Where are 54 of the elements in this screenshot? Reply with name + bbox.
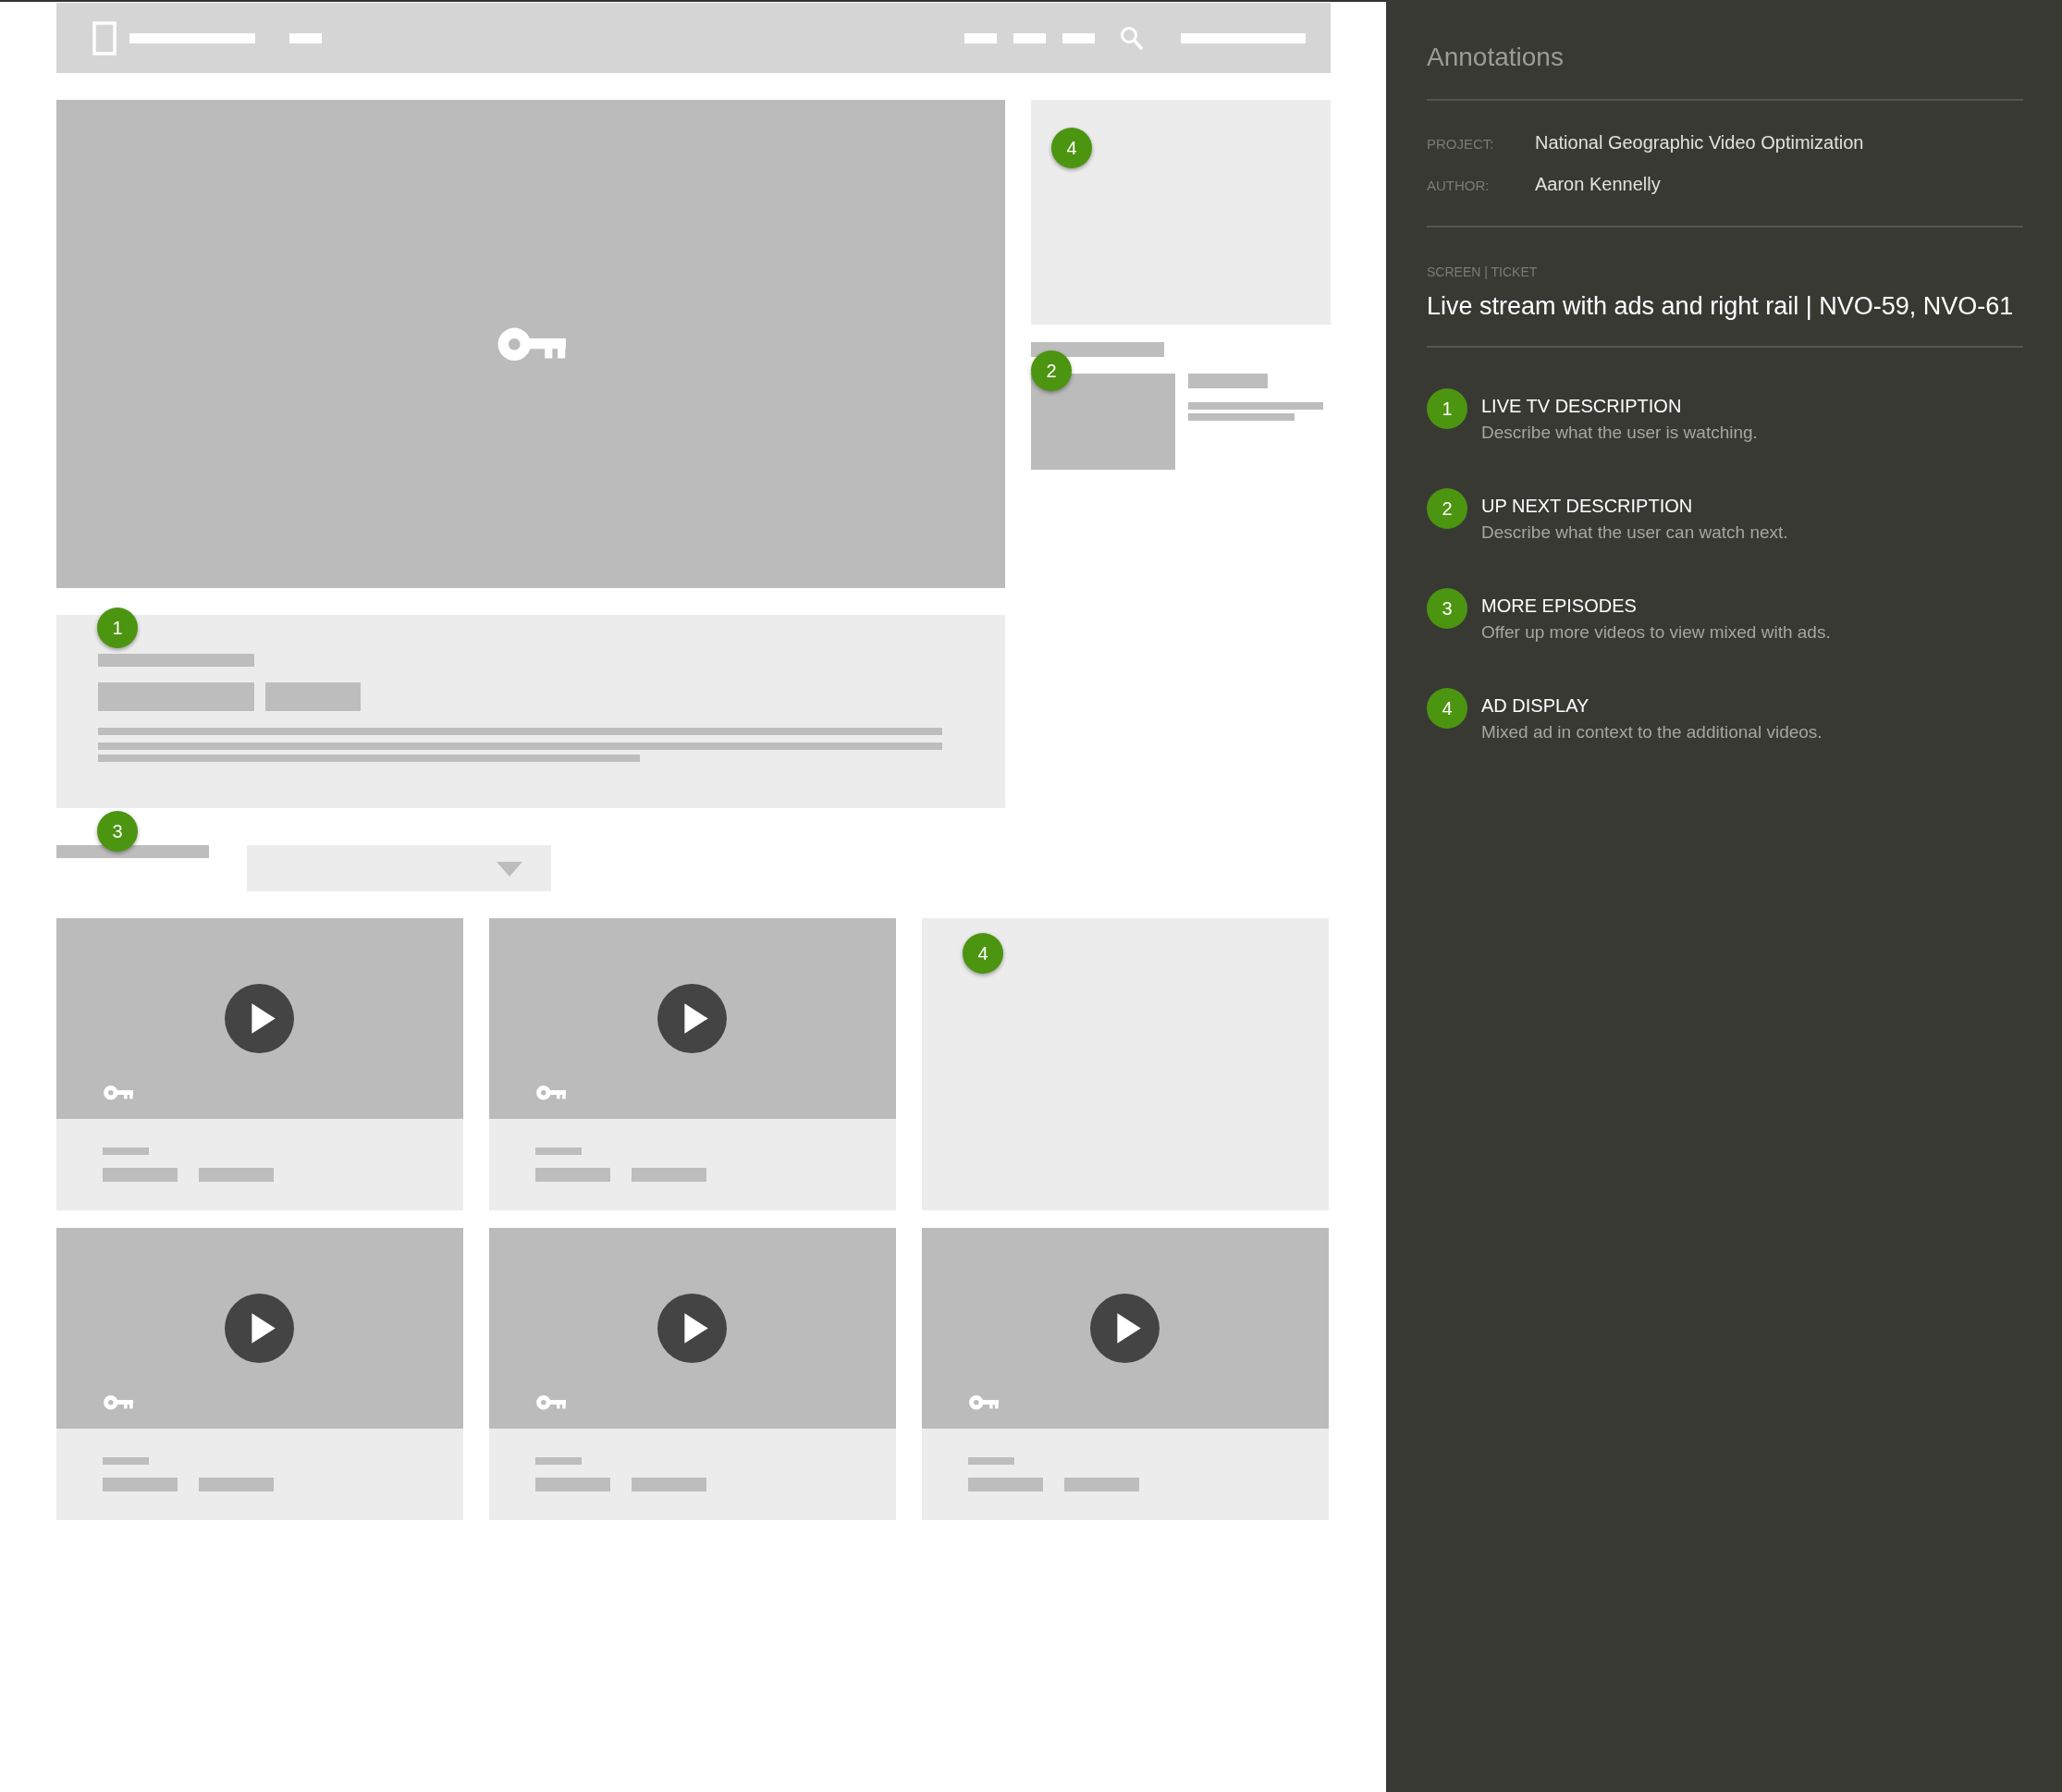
play-button[interactable] [225,984,294,1053]
annotation-badge: 4 [1051,128,1092,168]
annotation-badge: 3 [1427,588,1467,629]
key-icon [535,1394,566,1411]
annotation-badge: 4 [963,933,1003,974]
video-thumbnail[interactable] [489,918,896,1119]
annotation-description: Mixed ad in context to the additional videos. [1481,722,1823,743]
placeholder-bar [535,1148,582,1155]
video-thumbnail[interactable] [56,918,463,1119]
nav-placeholder[interactable] [129,32,255,43]
video-thumbnail[interactable] [489,1228,896,1429]
annotation-description: Offer up more videos to view mixed with ads. [1481,622,1831,643]
annotation-title: MORE EPISODES [1481,595,1638,617]
video-thumbnail[interactable] [56,1228,463,1429]
screen-title: Live stream with ads and right rail | NVO-59, NVO-61 [1427,292,2015,321]
video-thumbnail[interactable] [922,1228,1329,1429]
live-video-player[interactable] [56,100,1005,588]
annotation-title: LIVE TV DESCRIPTION [1481,396,1683,417]
meta-value: Aaron Kennelly [1535,174,1661,195]
key-icon [968,1394,999,1411]
placeholder-bar [968,1457,1014,1465]
annotation-description: Describe what the user is watching. [1481,423,1758,443]
play-button[interactable] [225,1294,294,1363]
meta-label: AUTHOR: [1427,178,1491,193]
key-icon [535,1085,566,1101]
annotation-description: Describe what the user can watch next. [1481,522,1788,543]
nav-placeholder[interactable] [1013,32,1046,43]
annotation-badge: 4 [1427,688,1467,729]
annotation-badge: 2 [1427,488,1467,529]
annotation-badge: 3 [97,811,138,852]
key-icon [103,1085,133,1101]
key-icon [103,1394,133,1411]
nav-placeholder[interactable] [289,32,322,43]
dropdown[interactable] [247,845,551,891]
phone-icon[interactable] [92,20,117,55]
play-button[interactable] [657,1294,727,1363]
placeholder-bar [103,1457,149,1465]
annotation-badge: 1 [1427,388,1467,429]
caret-icon [497,862,522,877]
placeholder-bar [535,1457,582,1465]
nav-placeholder[interactable] [1062,32,1095,43]
search-icon[interactable] [1120,25,1144,51]
nav-placeholder[interactable] [1181,32,1306,43]
annotation-title: AD DISPLAY [1481,695,1590,717]
meta-label: PROJECT: [1427,136,1495,152]
nav-placeholder[interactable] [964,32,997,43]
annotation-title: UP NEXT DESCRIPTION [1481,496,1694,517]
screen-label: SCREEN | TICKET [1427,264,1539,279]
play-button[interactable] [657,984,727,1053]
annotation-badge: 1 [97,608,138,648]
play-button[interactable] [1090,1294,1160,1363]
meta-value: National Geographic Video Optimization [1535,132,1864,153]
placeholder-bar [103,1148,149,1155]
panel-title: Annotations [1427,42,1565,73]
